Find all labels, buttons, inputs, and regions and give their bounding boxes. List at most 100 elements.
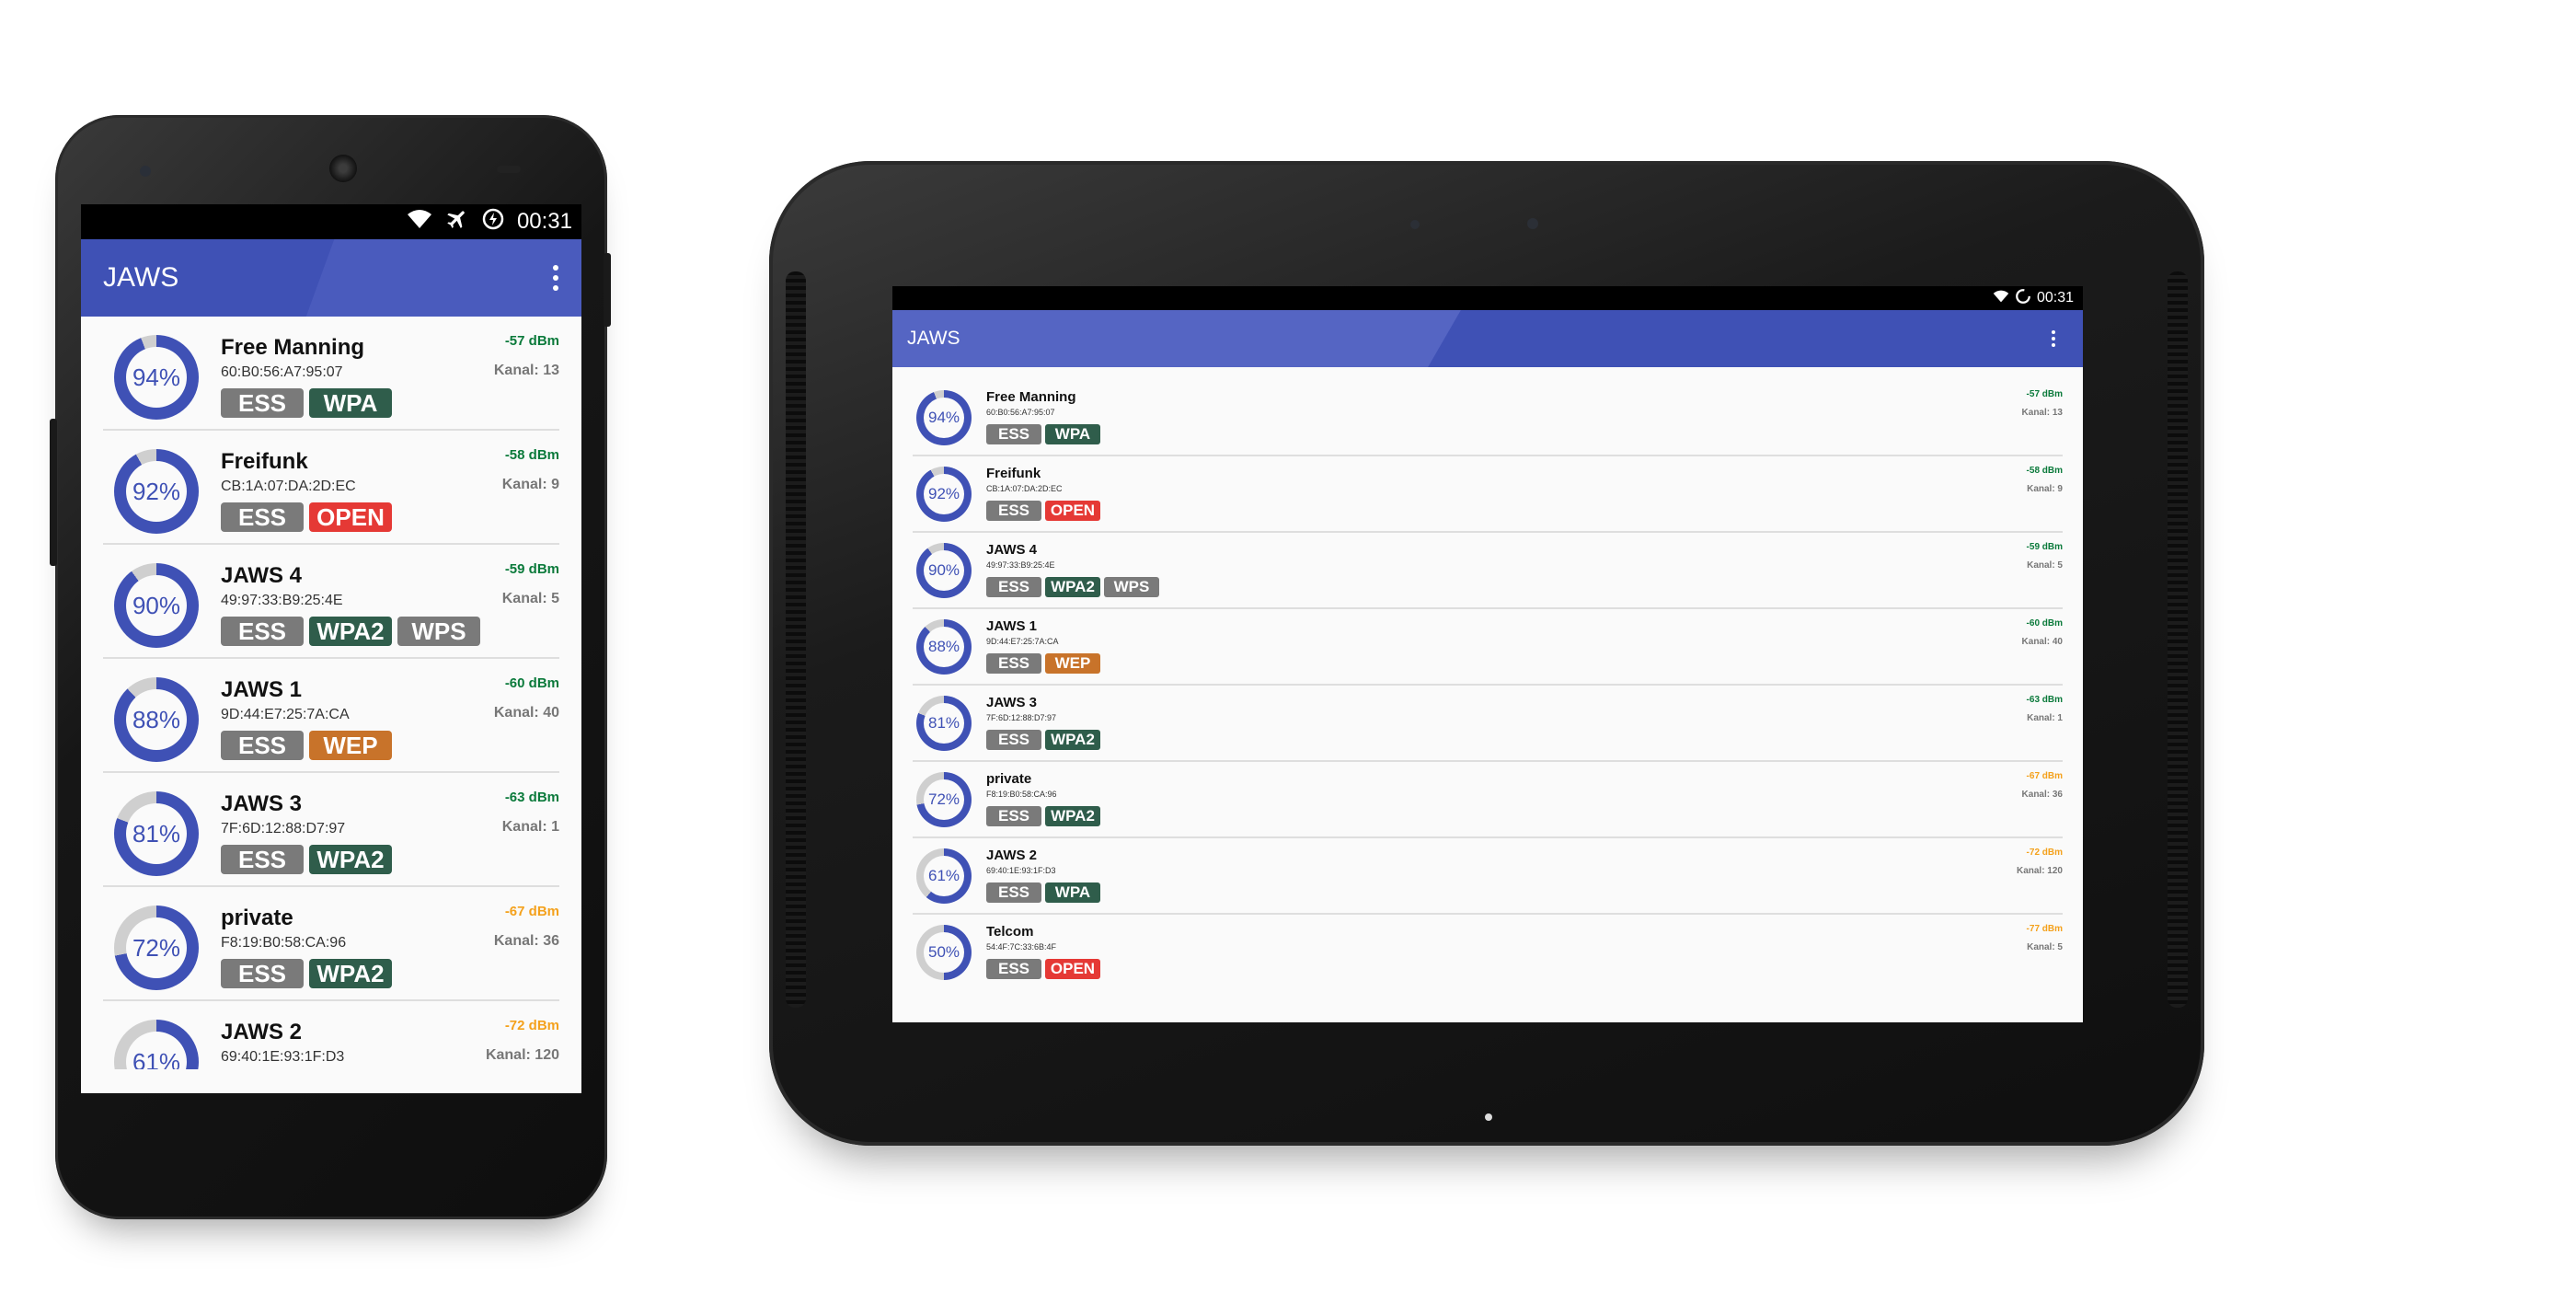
network-ssid: JAWS 3 bbox=[221, 791, 303, 816]
phone-status-bar: 00:31 bbox=[81, 204, 581, 239]
list-item[interactable]: 81% JAWS 3 7F:6D:12:88:D7:97 -63 dBm Kanal: … bbox=[913, 686, 2063, 762]
badge-ess: ESS bbox=[986, 882, 1041, 903]
signal-percent: 92% bbox=[126, 461, 187, 522]
badge-wpa2: WPA2 bbox=[309, 617, 392, 646]
network-ssid: JAWS 2 bbox=[986, 848, 1038, 863]
security-badges: ESS WPA2 bbox=[221, 845, 392, 874]
signal-ring: 92% bbox=[916, 467, 972, 522]
network-channel: Kanal: 120 bbox=[2016, 866, 2063, 876]
network-list[interactable]: 94% Free Manning 60:B0:56:A7:95:07 -57 dBm K… bbox=[913, 380, 2063, 980]
network-ssid: JAWS 3 bbox=[986, 695, 1038, 710]
phone-sensor bbox=[497, 166, 521, 173]
security-badges: ESS OPEN bbox=[986, 959, 1100, 979]
network-ssid: private bbox=[986, 771, 1032, 787]
network-dbm: -57 dBm bbox=[504, 333, 559, 349]
status-time: 00:31 bbox=[2036, 290, 2074, 306]
signal-percent: 90% bbox=[924, 550, 964, 591]
network-dbm: -59 dBm bbox=[504, 561, 559, 577]
badge-ess: ESS bbox=[986, 806, 1041, 826]
signal-ring: 61% bbox=[916, 848, 972, 904]
wifi-icon bbox=[407, 209, 432, 236]
list-item[interactable]: 90% JAWS 4 49:97:33:B9:25:4E -59 dBm Kanal: … bbox=[103, 545, 559, 659]
phone-screen: 00:31 JAWS 94% Free Manning 60:B0:56:A7:95… bbox=[81, 204, 581, 1093]
signal-percent: 72% bbox=[126, 917, 187, 978]
badge-wps: WPS bbox=[1104, 577, 1159, 597]
list-item[interactable]: 72% private F8:19:B0:58:CA:96 -67 dBm Kanal:… bbox=[103, 887, 559, 1001]
badge-wpa2: WPA2 bbox=[1045, 730, 1100, 750]
security-badges: ESS WEP bbox=[221, 731, 392, 760]
network-ssid: Freifunk bbox=[221, 449, 308, 474]
signal-ring: 90% bbox=[114, 563, 199, 648]
security-badges: ESS WPA2 bbox=[986, 730, 1100, 750]
list-item[interactable]: 81% JAWS 3 7F:6D:12:88:D7:97 -63 dBm Kanal: … bbox=[103, 773, 559, 887]
signal-ring: 81% bbox=[916, 696, 972, 751]
network-dbm: -77 dBm bbox=[2026, 924, 2063, 934]
network-dbm: -60 dBm bbox=[2026, 618, 2063, 629]
list-item[interactable]: 94% Free Manning 60:B0:56:A7:95:07 -57 dBm K… bbox=[913, 380, 2063, 456]
network-ssid: Freifunk bbox=[986, 466, 1041, 481]
overflow-menu-icon[interactable] bbox=[2048, 327, 2059, 351]
network-mac: 9D:44:E7:25:7A:CA bbox=[986, 637, 1059, 646]
badge-ess: ESS bbox=[986, 577, 1041, 597]
list-item[interactable]: 88% JAWS 1 9D:44:E7:25:7A:CA -60 dBm Kanal: … bbox=[103, 659, 559, 773]
network-ssid: JAWS 1 bbox=[986, 618, 1038, 634]
network-ssid: Free Manning bbox=[986, 389, 1076, 405]
network-ssid: Telcom bbox=[986, 924, 1034, 940]
badge-wpa2: WPA2 bbox=[1045, 577, 1100, 597]
network-ssid: JAWS 1 bbox=[221, 677, 303, 702]
badge-ess: ESS bbox=[221, 388, 304, 418]
security-badges: ESS WPA bbox=[986, 882, 1100, 903]
badge-wpa: WPA bbox=[309, 388, 392, 418]
list-item[interactable]: 92% Freifunk CB:1A:07:DA:2D:EC -58 dBm Kanal… bbox=[103, 431, 559, 545]
tablet-notification-led bbox=[1485, 1113, 1492, 1121]
badge-ess: ESS bbox=[221, 731, 304, 760]
network-list[interactable]: 94% Free Manning 60:B0:56:A7:95:07 -57 dBm K… bbox=[103, 317, 559, 1069]
list-item[interactable]: 94% Free Manning 60:B0:56:A7:95:07 -57 dBm K… bbox=[103, 317, 559, 431]
signal-ring: 72% bbox=[114, 906, 199, 990]
signal-ring: 90% bbox=[916, 543, 972, 598]
app-title: JAWS bbox=[103, 262, 179, 293]
network-mac: 49:97:33:B9:25:4E bbox=[986, 560, 1055, 570]
badge-wpa2: WPA2 bbox=[1045, 806, 1100, 826]
signal-percent: 81% bbox=[924, 703, 964, 744]
status-time: 00:31 bbox=[516, 209, 572, 234]
network-ssid: private bbox=[221, 906, 293, 930]
network-channel: Kanal: 5 bbox=[2027, 942, 2063, 952]
overflow-menu-icon[interactable] bbox=[546, 260, 565, 296]
network-channel: Kanal: 120 bbox=[485, 1047, 559, 1063]
network-channel: Kanal: 9 bbox=[501, 477, 559, 492]
network-channel: Kanal: 1 bbox=[2027, 713, 2063, 723]
signal-percent: 90% bbox=[126, 575, 187, 636]
signal-ring: 61% bbox=[114, 1020, 199, 1069]
network-mac: 69:40:1E:93:1F:D3 bbox=[986, 866, 1056, 875]
network-dbm: -60 dBm bbox=[504, 675, 559, 691]
signal-ring: 72% bbox=[916, 772, 972, 827]
signal-percent: 94% bbox=[126, 347, 187, 408]
phone-front-camera bbox=[140, 166, 151, 177]
network-mac: F8:19:B0:58:CA:96 bbox=[221, 935, 347, 951]
network-mac: 54:4F:7C:33:6B:4F bbox=[986, 942, 1057, 952]
list-item[interactable]: 88% JAWS 1 9D:44:E7:25:7A:CA -60 dBm Kanal: … bbox=[913, 609, 2063, 686]
network-dbm: -59 dBm bbox=[2026, 542, 2063, 552]
network-mac: 7F:6D:12:88:D7:97 bbox=[221, 821, 346, 836]
security-badges: ESS WPA2 WPS bbox=[221, 617, 480, 646]
badge-ess: ESS bbox=[221, 502, 304, 532]
network-ssid: Free Manning bbox=[221, 335, 365, 360]
signal-percent: 88% bbox=[924, 627, 964, 667]
list-item[interactable]: 61% JAWS 2 69:40:1E:93:1F:D3 -72 dBm Kanal: … bbox=[913, 838, 2063, 915]
list-item[interactable]: 90% JAWS 4 49:97:33:B9:25:4E -59 dBm Kanal: … bbox=[913, 533, 2063, 609]
network-dbm: -58 dBm bbox=[504, 447, 559, 463]
list-item[interactable]: 61% JAWS 2 69:40:1E:93:1F:D3 -72 dBm Kanal: … bbox=[103, 1001, 559, 1069]
list-item[interactable]: 72% private F8:19:B0:58:CA:96 -67 dBm Kanal:… bbox=[913, 762, 2063, 838]
airplane-icon bbox=[445, 207, 469, 237]
network-mac: 60:B0:56:A7:95:07 bbox=[986, 408, 1055, 417]
signal-ring: 88% bbox=[916, 619, 972, 675]
list-item[interactable]: 50% Telcom 54:4F:7C:33:6B:4F -77 dBm Kanal: … bbox=[913, 915, 2063, 980]
security-badges: ESS OPEN bbox=[221, 502, 392, 532]
list-item[interactable]: 92% Freifunk CB:1A:07:DA:2D:EC -58 dBm Kanal… bbox=[913, 456, 2063, 533]
badge-wpa2: WPA2 bbox=[309, 845, 392, 874]
badge-wpa2: WPA2 bbox=[309, 959, 392, 988]
badge-wep: WEP bbox=[1045, 653, 1100, 674]
security-badges: ESS WEP bbox=[986, 653, 1100, 674]
badge-wps: WPS bbox=[397, 617, 480, 646]
